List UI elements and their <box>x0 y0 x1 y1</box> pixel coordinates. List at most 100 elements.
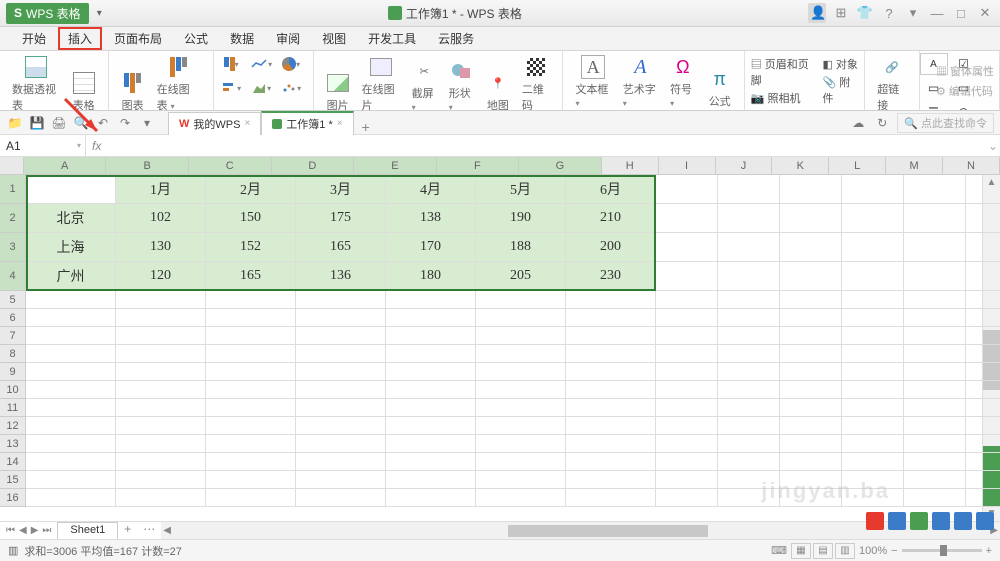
formula-expand-icon[interactable]: ⌄ <box>986 139 1000 153</box>
cell[interactable] <box>780 262 842 291</box>
cell[interactable] <box>780 175 842 204</box>
cell[interactable]: 北京 <box>26 204 116 233</box>
cell[interactable] <box>656 233 718 262</box>
cell[interactable] <box>476 363 566 381</box>
cell[interactable] <box>842 363 904 381</box>
cell[interactable] <box>476 489 566 507</box>
cell[interactable] <box>718 291 780 309</box>
cell[interactable] <box>842 233 904 262</box>
cell[interactable] <box>206 453 296 471</box>
cell[interactable] <box>966 233 1000 262</box>
cell[interactable] <box>780 381 842 399</box>
cell[interactable] <box>296 309 386 327</box>
cell[interactable] <box>386 489 476 507</box>
cell[interactable] <box>904 489 966 507</box>
cell[interactable] <box>656 345 718 363</box>
scatter-chart-icon[interactable]: ▾ <box>277 77 305 99</box>
cell[interactable] <box>842 417 904 435</box>
cell[interactable] <box>718 399 780 417</box>
equation-button[interactable]: π公式 <box>702 65 738 111</box>
cell[interactable]: 3月 <box>296 175 386 204</box>
cell[interactable] <box>386 309 476 327</box>
col-header[interactable]: F <box>437 157 520 175</box>
cell[interactable] <box>904 204 966 233</box>
cell[interactable] <box>904 417 966 435</box>
skin-icon[interactable]: 👕 <box>856 5 874 21</box>
cell[interactable] <box>386 453 476 471</box>
cell[interactable] <box>476 345 566 363</box>
cell[interactable] <box>386 345 476 363</box>
cell[interactable] <box>476 453 566 471</box>
ribbon-caret-icon[interactable]: ▾ <box>904 5 922 21</box>
cell[interactable] <box>904 345 966 363</box>
tab-first-icon[interactable]: ⏮ <box>6 525 15 536</box>
cell[interactable] <box>842 435 904 453</box>
cell[interactable] <box>26 327 116 345</box>
print-icon[interactable]: 🖨 <box>50 114 68 132</box>
cell[interactable] <box>656 309 718 327</box>
cell[interactable] <box>206 489 296 507</box>
col-header[interactable]: G <box>519 157 602 175</box>
cell[interactable] <box>904 291 966 309</box>
cell[interactable] <box>966 399 1000 417</box>
cell[interactable] <box>26 381 116 399</box>
cell[interactable] <box>904 381 966 399</box>
unknown-icon[interactable]: ⊞ <box>832 5 850 21</box>
cell[interactable] <box>296 345 386 363</box>
row-header[interactable]: 8 <box>0 345 26 363</box>
hbar-chart-icon[interactable]: ▾ <box>217 77 245 99</box>
cell[interactable] <box>656 489 718 507</box>
cell[interactable] <box>904 175 966 204</box>
cell[interactable] <box>966 435 1000 453</box>
cell[interactable] <box>386 471 476 489</box>
cell[interactable] <box>718 204 780 233</box>
row-header[interactable]: 15 <box>0 471 26 489</box>
cell[interactable] <box>386 291 476 309</box>
cell[interactable] <box>904 327 966 345</box>
cell[interactable] <box>476 381 566 399</box>
cell[interactable] <box>904 399 966 417</box>
cell[interactable] <box>842 381 904 399</box>
row-header[interactable]: 9 <box>0 363 26 381</box>
cell[interactable] <box>966 417 1000 435</box>
cell[interactable] <box>718 453 780 471</box>
cell[interactable] <box>656 399 718 417</box>
row-header[interactable]: 6 <box>0 309 26 327</box>
cell[interactable] <box>780 204 842 233</box>
cloud-icon[interactable]: ☁ <box>849 114 867 132</box>
hyperlink-button[interactable]: 🔗超链接 <box>871 53 913 111</box>
cell[interactable] <box>566 453 656 471</box>
textbox-button[interactable]: A文本框 ▾ <box>569 53 616 111</box>
attachment-button[interactable]: 📎 附件 <box>822 74 858 106</box>
mywps-tab[interactable]: W 我的WPS × <box>168 112 261 135</box>
screenshot-button[interactable]: ✂截屏 ▾ <box>406 57 443 111</box>
menu-review[interactable]: 审阅 <box>266 27 310 50</box>
cell[interactable] <box>566 327 656 345</box>
cell[interactable] <box>26 345 116 363</box>
app-menu-caret[interactable]: ▾ <box>97 8 102 19</box>
cell[interactable] <box>780 363 842 381</box>
col-header[interactable]: I <box>659 157 716 175</box>
cell[interactable] <box>116 453 206 471</box>
cell[interactable] <box>780 399 842 417</box>
col-header[interactable]: B <box>106 157 189 175</box>
cell[interactable] <box>116 345 206 363</box>
cell[interactable] <box>966 262 1000 291</box>
cell[interactable] <box>966 175 1000 204</box>
zoom-slider[interactable] <box>902 549 982 552</box>
cell[interactable] <box>718 309 780 327</box>
cell[interactable]: 205 <box>476 262 566 291</box>
cell[interactable] <box>718 175 780 204</box>
col-header[interactable]: C <box>189 157 272 175</box>
row-header[interactable]: 4 <box>0 262 26 291</box>
row-header[interactable]: 7 <box>0 327 26 345</box>
cell[interactable] <box>966 471 1000 489</box>
cell[interactable] <box>296 381 386 399</box>
cell[interactable] <box>842 399 904 417</box>
cell[interactable] <box>206 471 296 489</box>
cell[interactable] <box>116 417 206 435</box>
col-header[interactable]: M <box>886 157 943 175</box>
cell[interactable] <box>476 417 566 435</box>
row-header[interactable]: 10 <box>0 381 26 399</box>
cell[interactable] <box>966 204 1000 233</box>
